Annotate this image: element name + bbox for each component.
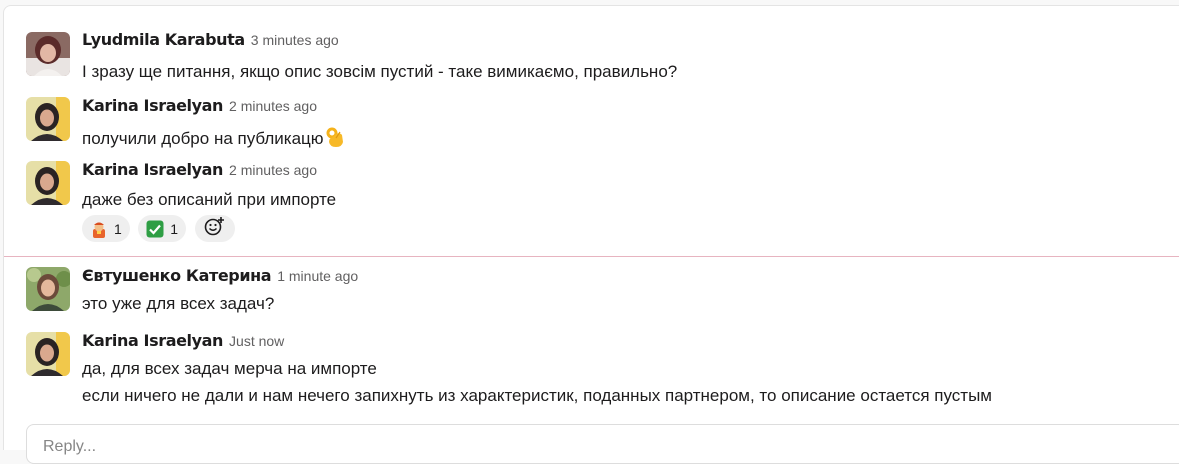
author-name[interactable]: Karina Israelyan — [82, 96, 223, 115]
message-text-line: получили добро на публикацю — [82, 129, 324, 148]
avatar[interactable] — [26, 32, 70, 76]
author-name[interactable]: Євтушенко Катерина — [82, 266, 272, 285]
message-text: если ничего не дали и нам нечего запихну… — [82, 386, 992, 405]
author-name[interactable]: Karina Israelyan — [82, 331, 223, 350]
check-mark-icon — [146, 220, 164, 238]
timestamp[interactable]: 2 minutes ago — [229, 98, 317, 114]
timestamp[interactable]: 3 minutes ago — [251, 32, 339, 48]
reaction-pill[interactable]: 1 — [138, 215, 187, 242]
message-text: получили добро на публикацю — [82, 126, 346, 149]
ok-hand-icon — [324, 126, 346, 148]
message-text: это уже для всех задач? — [82, 294, 275, 313]
add-reaction-button[interactable] — [194, 215, 235, 242]
timestamp[interactable]: 1 minute ago — [277, 268, 358, 284]
reaction-pill[interactable]: 1 — [82, 215, 130, 242]
message-header: Євтушенко Катерина 1 minute ago — [82, 266, 358, 286]
author-name[interactable]: Lyudmila Karabuta — [82, 30, 245, 49]
timestamp[interactable]: Just now — [229, 333, 284, 349]
author-name[interactable]: Karina Israelyan — [82, 160, 223, 179]
message-header: Karina Israelyan 2 minutes ago — [82, 96, 317, 116]
message-header: Karina Israelyan 2 minutes ago — [82, 160, 317, 180]
avatar[interactable] — [26, 267, 70, 311]
avatar[interactable] — [26, 332, 70, 376]
timestamp[interactable]: 2 minutes ago — [229, 162, 317, 178]
reactions-bar: 1 1 — [82, 215, 235, 243]
mechanic-icon — [90, 220, 108, 238]
message-text: да, для всех задач мерча на импорте — [82, 359, 377, 378]
new-messages-divider — [4, 256, 1179, 257]
reply-input[interactable]: Reply... — [43, 438, 96, 456]
reaction-count: 1 — [170, 220, 179, 237]
reaction-count: 1 — [114, 220, 122, 237]
message-pane: Lyudmila Karabuta 3 minutes ago І зразу щ… — [3, 5, 1179, 464]
message-header: Karina Israelyan Just now — [82, 331, 284, 351]
avatar[interactable] — [26, 161, 70, 205]
message-header: Lyudmila Karabuta 3 minutes ago — [82, 30, 339, 50]
message-text: даже без описаний при импорте — [82, 190, 337, 209]
message-composer[interactable]: Reply... — [26, 424, 1179, 464]
avatar[interactable] — [26, 97, 70, 141]
add-reaction-icon — [204, 216, 226, 241]
message-text: І зразу ще питання, якщо опис зовсім пус… — [82, 62, 678, 81]
